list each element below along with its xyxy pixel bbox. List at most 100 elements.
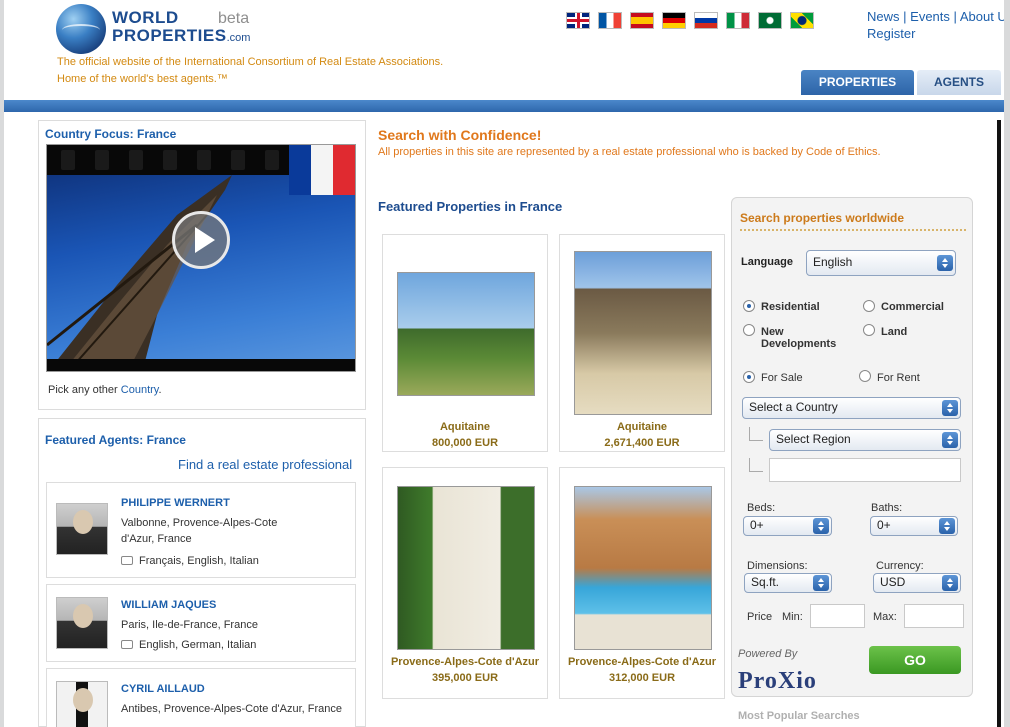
currency-label: Currency: bbox=[876, 560, 924, 572]
price-min-input[interactable] bbox=[810, 604, 865, 628]
residential-label: Residential bbox=[761, 301, 820, 313]
featured-agents-title: Featured Agents: France bbox=[45, 433, 186, 447]
logo-com-suffix: .com bbox=[226, 32, 251, 44]
baths-label: Baths: bbox=[871, 502, 903, 514]
select-arrows-icon bbox=[939, 518, 955, 534]
agent-location: Valbonne, Provence-Alpes-Cote d'Azur, Fr… bbox=[121, 517, 278, 545]
logo-world-text[interactable]: WORLD bbox=[112, 8, 179, 28]
page-frame: WORLD beta PROPERTIES.com The official w… bbox=[4, 0, 1004, 727]
news-link[interactable]: News bbox=[867, 9, 900, 24]
about-link[interactable]: About U bbox=[960, 9, 1004, 24]
powered-by-text: Powered By bbox=[738, 648, 798, 660]
play-button-icon[interactable] bbox=[172, 211, 230, 269]
france-flag-overlay bbox=[289, 145, 355, 195]
language-select[interactable]: English bbox=[806, 250, 956, 276]
country-focus-title: Country Focus: France bbox=[45, 127, 177, 141]
property-image[interactable] bbox=[397, 272, 535, 396]
select-arrows-icon bbox=[942, 432, 958, 448]
france-flag-icon[interactable] bbox=[598, 12, 622, 29]
saudi-flag-icon[interactable] bbox=[758, 12, 782, 29]
select-arrows-icon bbox=[813, 518, 829, 534]
language-select-value: English bbox=[813, 255, 853, 269]
beds-select[interactable]: 0+ bbox=[743, 516, 832, 536]
price-max-input[interactable] bbox=[904, 604, 964, 628]
germany-flag-icon[interactable] bbox=[662, 12, 686, 29]
uk-flag-icon[interactable] bbox=[566, 12, 590, 29]
commercial-radio[interactable] bbox=[863, 300, 875, 312]
property-card[interactable]: Provence-Alpes-Cote d'Azur 395,000 EUR bbox=[382, 467, 548, 699]
property-card[interactable]: Aquitaine 800,000 EUR bbox=[382, 234, 548, 452]
for-sale-label: For Sale bbox=[761, 372, 803, 384]
new-developments-radio[interactable] bbox=[743, 324, 755, 336]
property-card[interactable]: Aquitaine 2,671,400 EUR bbox=[559, 234, 725, 452]
agent-location: Antibes, Provence-Alpes-Cote d'Azur, Fra… bbox=[121, 703, 342, 715]
price-min-label: Min: bbox=[782, 611, 803, 623]
link-separator: | bbox=[903, 9, 907, 24]
register-link[interactable]: Register bbox=[867, 26, 915, 41]
country-link[interactable]: Country bbox=[121, 384, 159, 396]
most-popular-searches-heading: Most Popular Searches bbox=[738, 710, 860, 722]
property-region: Aquitaine bbox=[616, 421, 668, 433]
baths-select-value: 0+ bbox=[877, 518, 891, 532]
proxio-logo[interactable]: ProXio bbox=[738, 668, 817, 695]
events-link[interactable]: Events bbox=[910, 9, 950, 24]
find-professional-link[interactable]: Find a real estate professional bbox=[178, 457, 352, 472]
agent-languages: Français, English, Italian bbox=[121, 555, 259, 567]
speech-bubble-icon bbox=[121, 556, 133, 565]
spain-flag-icon[interactable] bbox=[630, 12, 654, 29]
property-image[interactable] bbox=[397, 486, 535, 650]
property-caption: Provence-Alpes-Cote d'Azur 312,000 EUR bbox=[560, 654, 724, 686]
agent-photo[interactable] bbox=[56, 597, 108, 649]
select-arrows-icon bbox=[937, 255, 953, 271]
select-arrows-icon bbox=[942, 400, 958, 416]
agent-photo[interactable] bbox=[56, 503, 108, 555]
price-label: Price bbox=[747, 611, 773, 623]
tree-connector bbox=[749, 427, 763, 441]
agent-card[interactable]: PHILIPPE WERNERT Valbonne, Provence-Alpe… bbox=[46, 482, 356, 578]
speech-bubble-icon bbox=[121, 640, 133, 649]
region-select[interactable]: Select Region bbox=[769, 429, 961, 451]
residential-radio[interactable] bbox=[743, 300, 755, 312]
sub-region-input[interactable] bbox=[769, 458, 961, 482]
globe-logo-icon[interactable] bbox=[56, 4, 106, 54]
right-edge-border bbox=[997, 120, 1001, 727]
agent-card[interactable]: WILLIAM JAQUES Paris, Ile-de-France, Fra… bbox=[46, 584, 356, 662]
agent-name[interactable]: CYRIL AILLAUD bbox=[121, 683, 205, 695]
dimensions-label: Dimensions: bbox=[747, 560, 808, 572]
land-radio[interactable] bbox=[863, 324, 875, 336]
beds-label: Beds: bbox=[747, 502, 776, 514]
currency-select[interactable]: USD bbox=[873, 573, 961, 593]
for-rent-radio[interactable] bbox=[859, 370, 871, 382]
for-sale-radio[interactable] bbox=[743, 371, 755, 383]
link-separator: | bbox=[953, 9, 957, 24]
baths-select[interactable]: 0+ bbox=[870, 516, 958, 536]
property-card[interactable]: Provence-Alpes-Cote d'Azur 312,000 EUR bbox=[559, 467, 725, 699]
tagline-line-2: Home of the world's best agents.™ bbox=[57, 73, 228, 85]
dimensions-select-value: Sq.ft. bbox=[751, 575, 780, 589]
site-tagline: The official website of the Internationa… bbox=[57, 54, 443, 88]
pick-country-suffix: . bbox=[158, 384, 162, 396]
logo-properties-text[interactable]: PROPERTIES.com bbox=[112, 26, 250, 46]
agent-photo[interactable] bbox=[56, 681, 108, 727]
logo-properties-word: PROPERTIES bbox=[112, 26, 227, 45]
dimensions-select[interactable]: Sq.ft. bbox=[744, 573, 832, 593]
go-button[interactable]: GO bbox=[869, 646, 961, 674]
italy-flag-icon[interactable] bbox=[726, 12, 750, 29]
new-developments-label: New Developments bbox=[761, 326, 837, 350]
tab-properties[interactable]: PROPERTIES bbox=[801, 70, 914, 95]
property-image[interactable] bbox=[574, 486, 712, 650]
country-select[interactable]: Select a Country bbox=[742, 397, 961, 419]
select-arrows-icon bbox=[942, 575, 958, 591]
agent-name[interactable]: WILLIAM JAQUES bbox=[121, 599, 216, 611]
property-image[interactable] bbox=[574, 251, 712, 415]
russia-flag-icon[interactable] bbox=[694, 12, 718, 29]
brazil-flag-icon[interactable] bbox=[790, 12, 814, 29]
tab-agents[interactable]: AGENTS bbox=[917, 70, 1001, 95]
property-region: Provence-Alpes-Cote d'Azur bbox=[390, 656, 540, 668]
property-price: 312,000 EUR bbox=[608, 672, 676, 684]
for-rent-label: For Rent bbox=[877, 372, 920, 384]
price-max-label: Max: bbox=[873, 611, 897, 623]
country-video[interactable] bbox=[46, 144, 356, 372]
agent-name[interactable]: PHILIPPE WERNERT bbox=[121, 497, 230, 509]
agent-card[interactable]: CYRIL AILLAUD Antibes, Provence-Alpes-Co… bbox=[46, 668, 356, 727]
